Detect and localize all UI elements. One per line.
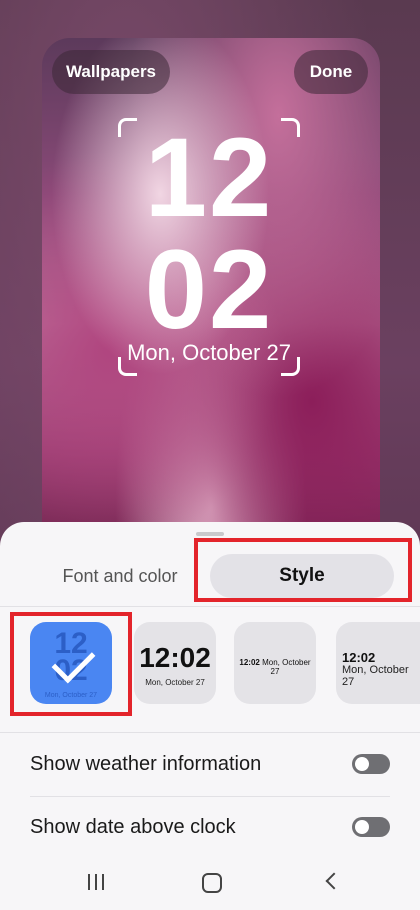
date-toggle[interactable]: [352, 817, 390, 837]
highlight-box: [10, 612, 132, 716]
style-time: 12:02: [139, 642, 211, 673]
clock-date: Mon, October 27: [127, 340, 291, 365]
recents-icon[interactable]: [88, 874, 104, 890]
clock-hours: 12: [144, 115, 274, 240]
back-icon[interactable]: [325, 872, 343, 890]
sheet-handle[interactable]: [196, 532, 224, 536]
clock-settings-sheet: Font and color Style 12 02 Mon, October …: [0, 522, 420, 910]
highlight-box: [194, 538, 412, 602]
system-navbar: [0, 862, 420, 910]
lock-screen-preview: Wallpapers Done 12 02 Mon, October 27: [42, 38, 380, 558]
style-inline: 12:02 Mon, October 27: [234, 658, 316, 676]
clock-widget[interactable]: 12 02 Mon, October 27: [118, 118, 300, 376]
style-time: 12:02: [239, 658, 260, 667]
home-icon[interactable]: [202, 873, 222, 893]
setting-label: Show weather information: [30, 752, 262, 775]
style-date: Mon, October 27: [262, 658, 311, 676]
tab-font-and-color[interactable]: Font and color: [40, 554, 200, 598]
style-date: Mon, October 27: [145, 678, 205, 687]
wallpapers-button[interactable]: Wallpapers: [52, 50, 170, 94]
clock-minutes: 02: [144, 227, 274, 352]
clock-style-option-4[interactable]: 12:02 Mon, October 27: [336, 622, 420, 704]
style-date: Mon, October 27: [342, 664, 409, 688]
setting-show-date: Show date above clock: [30, 797, 390, 857]
setting-show-weather: Show weather information: [30, 734, 390, 794]
clock-style-option-2[interactable]: 12:02 Mon, October 27: [134, 622, 216, 704]
divider: [0, 732, 420, 733]
done-button[interactable]: Done: [294, 50, 368, 94]
setting-label: Show date above clock: [30, 815, 236, 838]
style-time: 12:02: [342, 650, 376, 665]
clock-style-option-3[interactable]: 12:02 Mon, October 27: [234, 622, 316, 704]
weather-toggle[interactable]: [352, 754, 390, 774]
divider: [0, 606, 420, 607]
